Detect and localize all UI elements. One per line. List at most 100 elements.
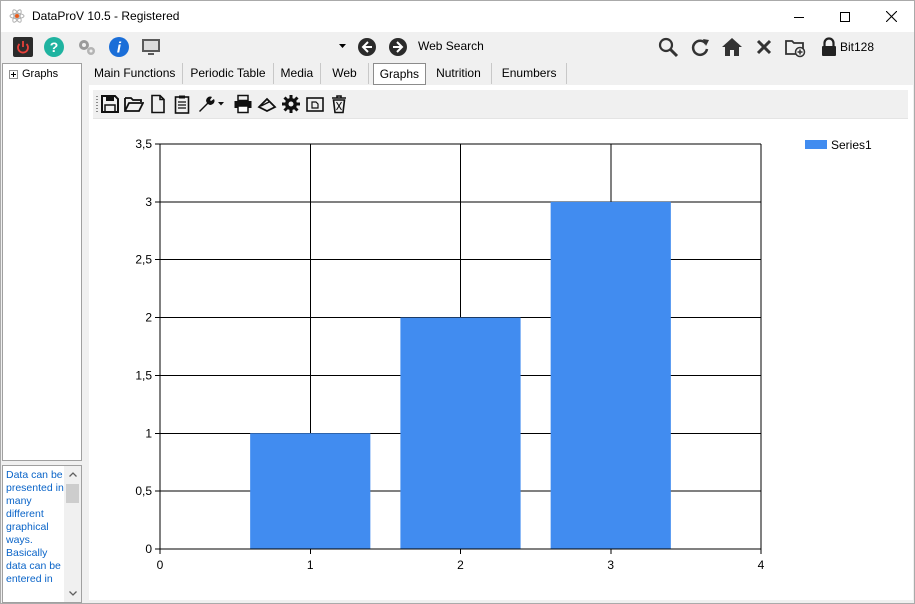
tab-nutrition[interactable]: Nutrition	[426, 63, 492, 84]
search-dropdown-button[interactable]	[336, 38, 348, 54]
main-tabs: Main Functions Periodic Table Media Web …	[87, 63, 568, 85]
x-tick-label: 4	[758, 558, 765, 572]
monitor-icon	[142, 39, 160, 55]
y-tick-label: 2,5	[135, 253, 152, 267]
y-tick-label: 3,5	[135, 137, 152, 151]
delete-button[interactable]	[328, 92, 350, 116]
x-tick-label: 3	[607, 558, 614, 572]
tab-media[interactable]: Media	[274, 63, 322, 84]
legend-swatch	[805, 140, 827, 149]
close-window-button[interactable]	[868, 1, 914, 32]
home-icon	[722, 38, 742, 56]
settings-icon	[282, 95, 300, 113]
refresh-icon	[691, 39, 709, 56]
open-button[interactable]	[123, 92, 145, 116]
tab-web[interactable]: Web	[321, 63, 369, 84]
lock-button[interactable]	[817, 35, 841, 59]
tree-node-graphs[interactable]: Graphs	[9, 68, 58, 80]
graph-toolbar	[93, 90, 908, 119]
open-folder-icon	[124, 97, 144, 112]
trash-icon	[332, 95, 346, 114]
description-box: Data can be presented in many different …	[2, 465, 82, 603]
wrench-icon	[199, 96, 215, 112]
close-icon	[756, 39, 772, 55]
bar-series1[interactable]	[550, 201, 671, 549]
power-icon	[13, 37, 33, 57]
y-tick-label: 3	[145, 195, 152, 209]
help-icon: ?	[44, 37, 64, 57]
web-search-label[interactable]: Web Search	[418, 39, 484, 53]
help-button[interactable]: ?	[42, 35, 66, 59]
forward-arrow-icon	[389, 38, 407, 56]
scroll-up-button[interactable]	[64, 466, 81, 483]
clipboard-button[interactable]	[171, 92, 193, 116]
window-title: DataProV 10.5 - Registered	[32, 9, 180, 23]
atom-app-icon	[9, 9, 25, 23]
home-button[interactable]	[720, 35, 744, 59]
new-document-button[interactable]	[147, 92, 169, 116]
search-button[interactable]	[656, 35, 680, 59]
bar-series1[interactable]	[250, 433, 371, 549]
tab-enumbers[interactable]: Enumbers	[492, 63, 568, 84]
y-tick-label: 0	[145, 542, 152, 556]
dropdown-arrow-icon	[218, 102, 224, 106]
tools-dropdown-button[interactable]	[195, 92, 217, 116]
search-icon	[658, 37, 679, 58]
expand-plus-icon[interactable]	[9, 69, 18, 79]
maximize-icon	[840, 11, 850, 22]
gears-icon	[79, 40, 95, 55]
lock-icon	[822, 37, 836, 56]
description-scrollbar[interactable]	[64, 466, 81, 602]
dropdown-arrow-icon	[338, 44, 346, 48]
tools-dropdown-arrow[interactable]	[216, 92, 226, 116]
minimize-icon	[794, 16, 804, 18]
tree-node-label: Graphs	[22, 68, 59, 80]
monitor-button[interactable]	[139, 35, 163, 59]
save-icon	[101, 95, 119, 113]
info-icon: i	[109, 37, 129, 57]
scan-button[interactable]	[256, 92, 278, 116]
tab-graphs[interactable]: Graphs	[372, 63, 427, 85]
tab-periodic-table[interactable]: Periodic Table	[183, 63, 274, 84]
scroll-thumb[interactable]	[66, 484, 79, 503]
back-button[interactable]	[355, 35, 379, 59]
encryption-label: Bit128	[840, 40, 875, 54]
bar-chart: 0 0,5 1 1,5 2 2,5 3 3,5 0 1 2 3 4 Series1	[135, 137, 872, 572]
maximize-button[interactable]	[822, 1, 868, 32]
chevron-up-icon	[68, 472, 77, 477]
tab-main-functions[interactable]: Main Functions	[87, 63, 184, 84]
info-button[interactable]: i	[107, 35, 131, 59]
gears-button[interactable]	[75, 35, 99, 59]
back-arrow-icon	[358, 38, 376, 56]
bar-series1[interactable]	[400, 317, 521, 549]
scanner-icon	[257, 97, 277, 113]
save-button[interactable]	[99, 92, 121, 116]
add-folder-button[interactable]	[783, 35, 807, 59]
description-text: Data can be presented in many different …	[6, 469, 64, 585]
y-tick-label: 1	[145, 426, 152, 440]
x-tick-label: 0	[157, 558, 164, 572]
scroll-down-button[interactable]	[64, 585, 81, 602]
x-tick-label: 1	[307, 558, 314, 572]
x-tick-label: 2	[457, 558, 464, 572]
window-button[interactable]	[304, 92, 326, 116]
chevron-down-icon	[68, 591, 77, 596]
y-tick-label: 2	[145, 311, 152, 325]
refresh-button[interactable]	[688, 35, 712, 59]
clear-button[interactable]	[752, 35, 776, 59]
forward-button[interactable]	[386, 35, 410, 59]
settings-button[interactable]	[280, 92, 302, 116]
svg-text:?: ?	[50, 39, 59, 55]
window-icon	[306, 97, 324, 112]
toolbar-grip[interactable]	[96, 96, 98, 112]
clipboard-icon	[174, 95, 190, 114]
y-tick-label: 0,5	[135, 484, 152, 498]
print-button[interactable]	[232, 92, 254, 116]
legend-label: Series1	[831, 138, 872, 152]
close-icon	[885, 11, 897, 22]
title-bar: DataProV 10.5 - Registered	[1, 1, 914, 32]
graphs-tree: Graphs	[2, 63, 82, 461]
main-toolbar: ? i Web Search Bit128	[1, 32, 914, 61]
minimize-button[interactable]	[776, 1, 822, 32]
power-button[interactable]	[11, 35, 35, 59]
